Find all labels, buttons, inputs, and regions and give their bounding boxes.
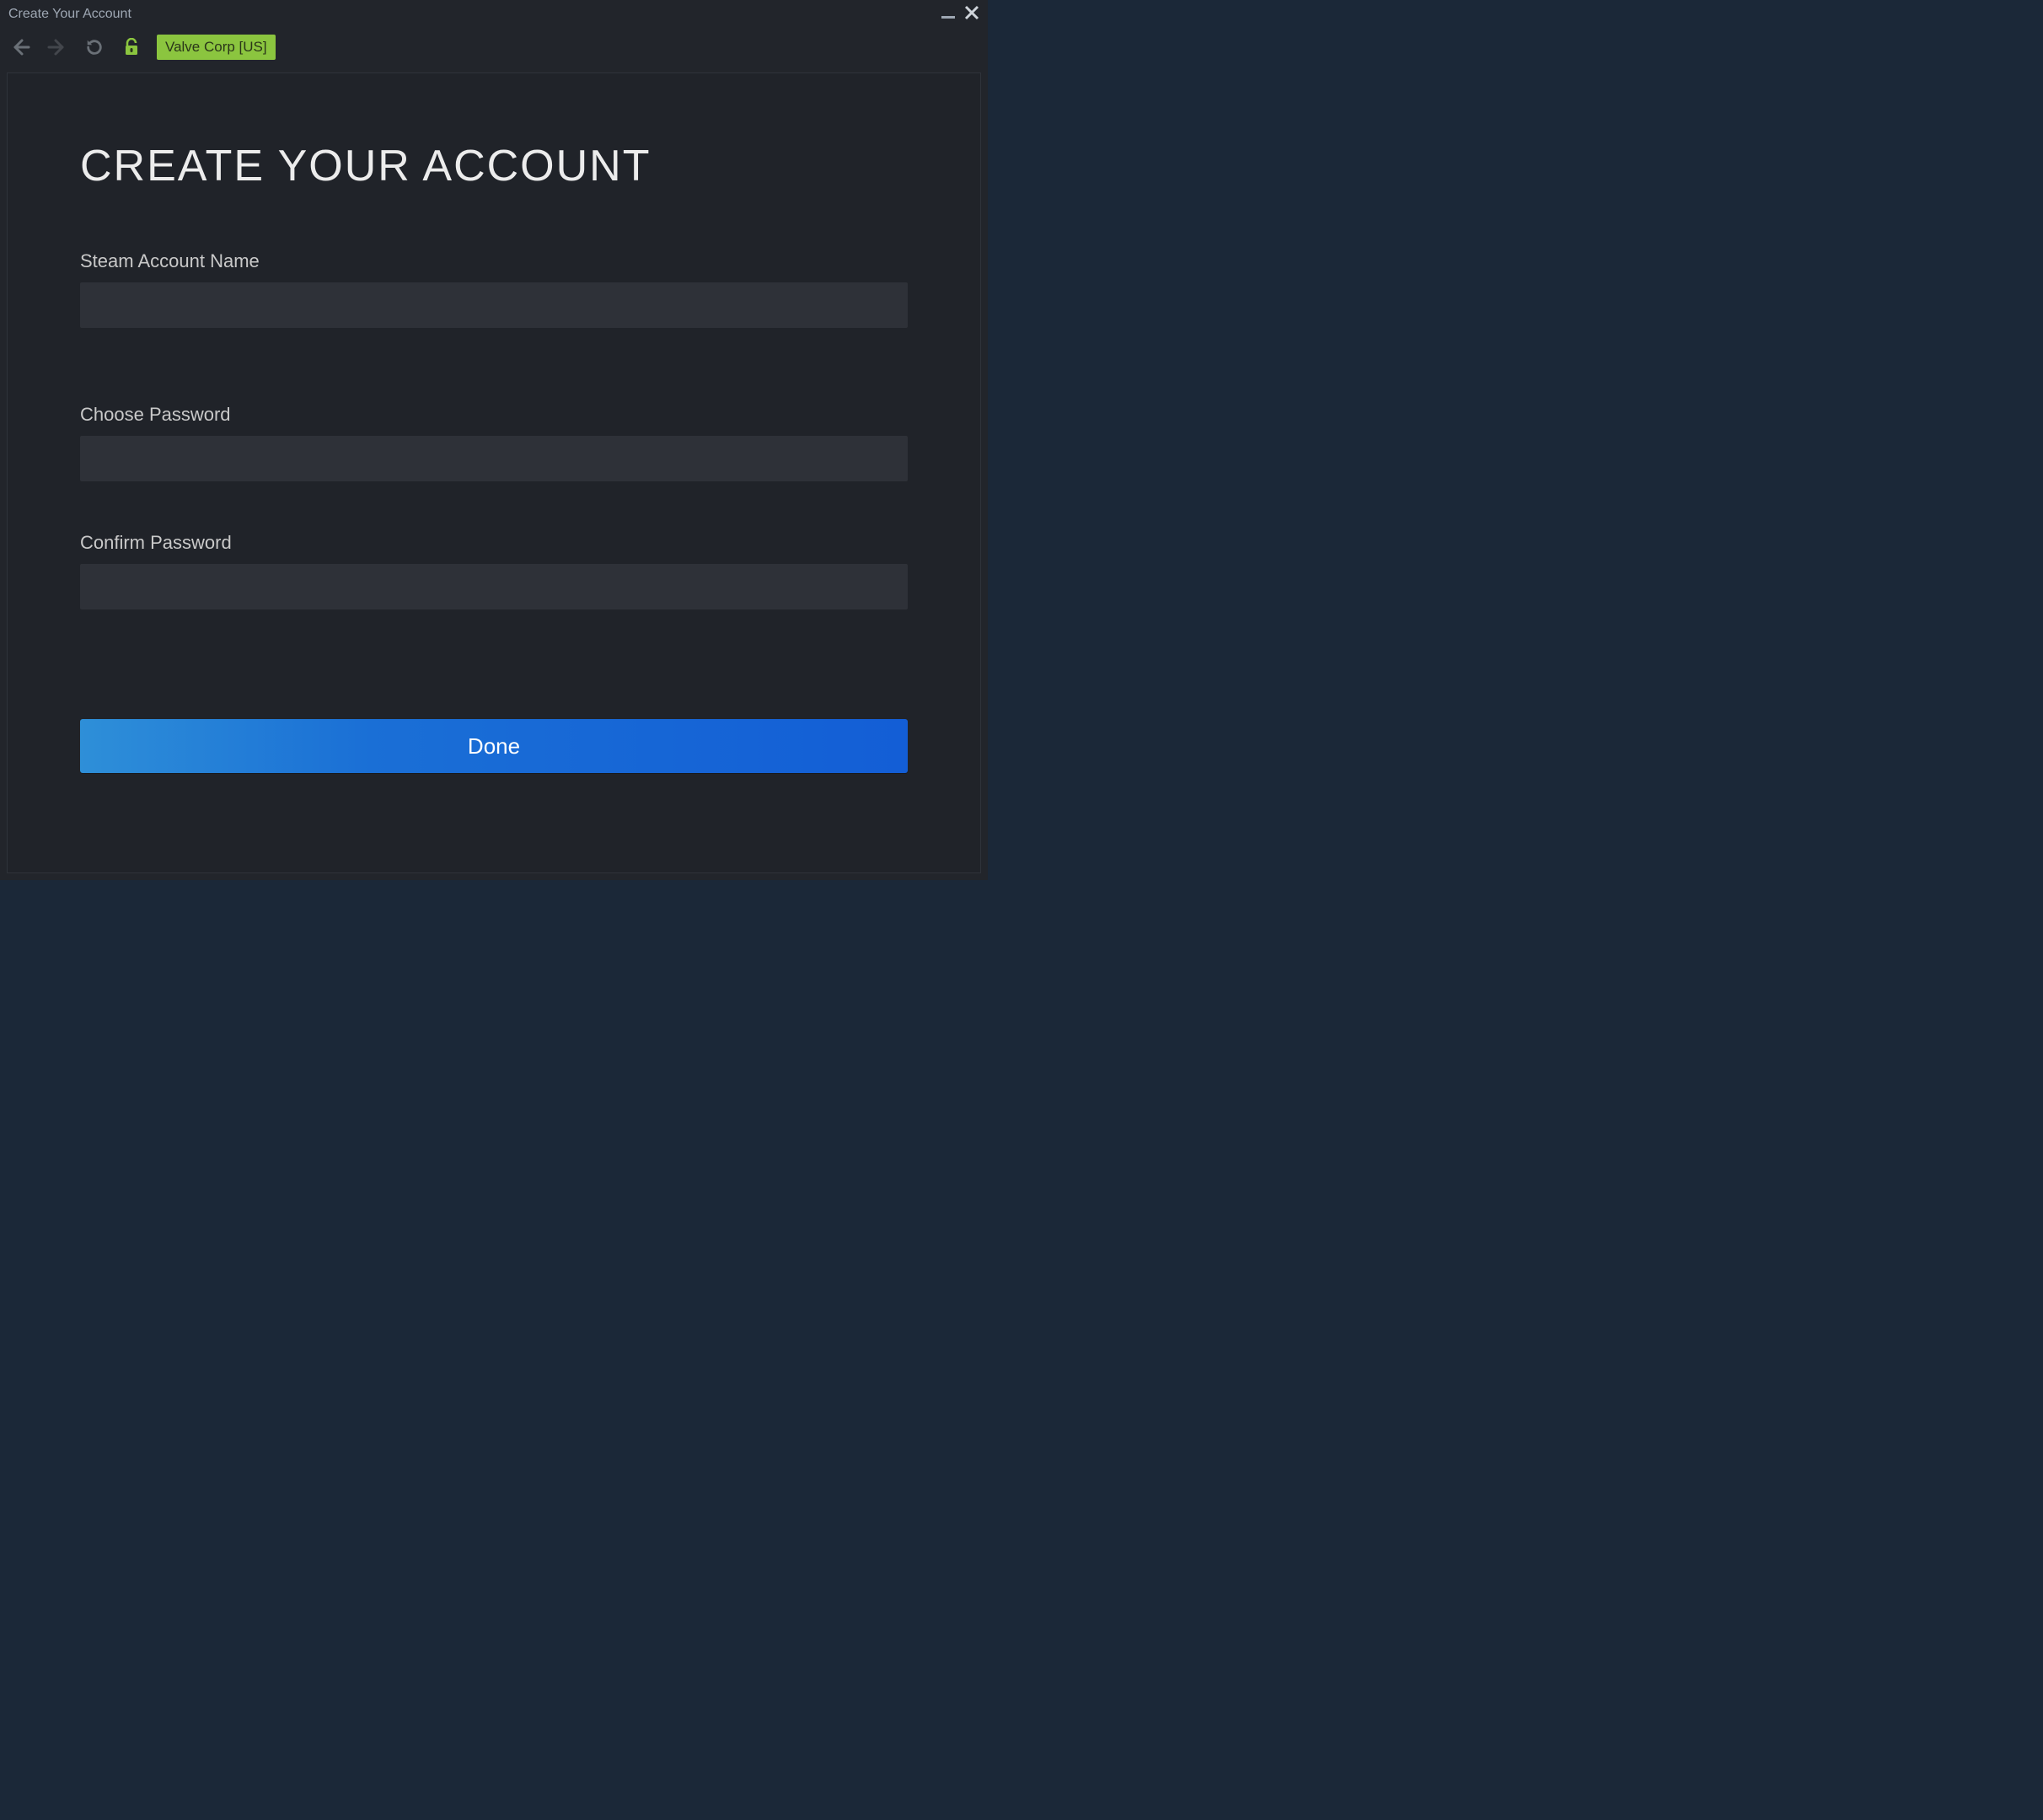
content-frame: Create Your Account Steam Account Name C… — [7, 72, 981, 873]
reload-button[interactable] — [83, 35, 106, 59]
field-group-confirm-password: Confirm Password — [80, 532, 908, 609]
window-title: Create Your Account — [8, 7, 941, 22]
page-title: Create Your Account — [80, 141, 908, 191]
account-name-input[interactable] — [80, 282, 908, 328]
nav-toolbar: Valve Corp [US] — [0, 29, 988, 66]
app-window: Create Your Account Valve Corp [US] Crea… — [0, 0, 988, 880]
done-button[interactable]: Done — [80, 719, 908, 773]
confirm-password-input[interactable] — [80, 564, 908, 609]
password-label: Choose Password — [80, 404, 908, 426]
confirm-password-label: Confirm Password — [80, 532, 908, 554]
minimize-button[interactable] — [941, 5, 956, 24]
content-wrap: Create Your Account Steam Account Name C… — [0, 66, 988, 880]
window-controls — [941, 5, 979, 24]
ev-certificate-badge[interactable]: Valve Corp [US] — [157, 35, 276, 60]
lock-icon — [120, 35, 143, 59]
forward-button[interactable] — [46, 35, 69, 59]
close-button[interactable] — [964, 5, 979, 24]
field-group-password: Choose Password — [80, 404, 908, 481]
back-button[interactable] — [8, 35, 32, 59]
account-name-label: Steam Account Name — [80, 250, 908, 272]
field-group-account-name: Steam Account Name — [80, 250, 908, 328]
titlebar: Create Your Account — [0, 0, 988, 29]
password-input[interactable] — [80, 436, 908, 481]
